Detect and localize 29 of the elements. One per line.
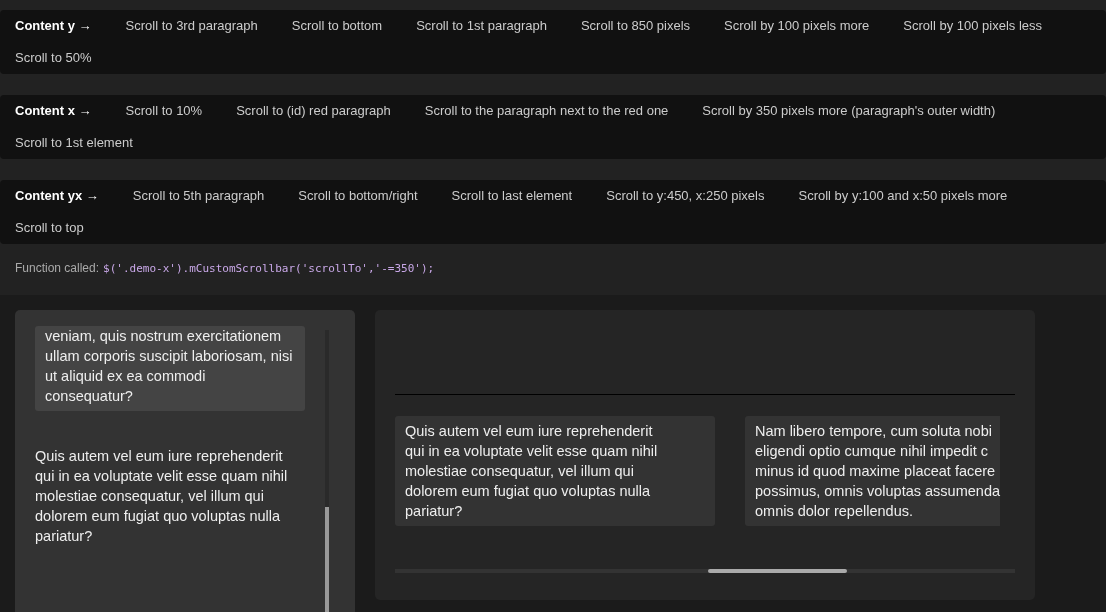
scroll-button[interactable]: Scroll by y:100 and x:50 pixels more (798, 180, 1008, 212)
scroll-button[interactable]: Scroll to 10% (125, 95, 203, 127)
scroll-button[interactable]: Scroll to 1st element (15, 127, 133, 159)
scroll-button[interactable]: Scroll to 3rd paragraph (125, 10, 258, 42)
scroll-button[interactable]: Scroll to (id) red paragraph (236, 95, 391, 127)
scroll-button[interactable]: Scroll to 50% (15, 42, 92, 74)
bar-title: Content yx → (15, 187, 99, 205)
scrollbar-thumb[interactable] (708, 569, 847, 573)
scroll-button[interactable]: Scroll by 350 pixels more (paragraph's outer width) (702, 95, 996, 127)
bar-title: Content x → (15, 102, 92, 120)
scroll-button[interactable]: Scroll to 1st paragraph (416, 10, 547, 42)
scroll-button[interactable]: Scroll to bottom (291, 10, 383, 42)
scroll-button[interactable]: Scroll to y:450, x:250 pixels (606, 180, 765, 212)
scrollbar-thumb[interactable] (325, 507, 329, 612)
paragraph: Quis autem vel eum iure reprehenderit qui in ea voluptate velit esse quam nihil molestiae consequatur, vel illum qui dolorem eum fugiat quo voluptas nulla pariatur? (395, 416, 715, 526)
scroll-button[interactable]: Scroll to 5th paragraph (132, 180, 265, 212)
function-label: Function called: (15, 261, 100, 275)
scroll-button[interactable]: Scroll to top (15, 212, 84, 244)
function-code: $('.demo-x').mCustomScrollbar('scrollTo','-=350'); (103, 262, 435, 275)
scroll-button[interactable]: Scroll to last element (451, 180, 573, 212)
scroll-button[interactable]: Scroll by 100 pixels more (724, 10, 870, 42)
scroll-button[interactable]: Scroll to the paragraph next to the red one (424, 95, 669, 127)
paragraph: veniam, quis nostrum exercitationem ullam corporis suscipit laboriosam, nisi ut aliquid ex ea commodi consequatur? (35, 326, 305, 411)
paragraph: Nam libero tempore, cum soluta nobi eligendi optio cumque nihil impedit c minus id quod maxime placeat facere possimus, omnis voluptas assumenda omnis dolor repellendus. (745, 416, 1000, 526)
paragraph: Quis autem vel eum iure reprehenderit qui in ea voluptate velit esse quam nihil molestiae consequatur, vel illum qui dolorem eum fugiat quo voluptas nulla pariatur? (35, 447, 289, 546)
bar-title: Content y → (15, 17, 92, 35)
scroll-button[interactable]: Scroll to 850 pixels (580, 10, 691, 42)
scroll-button[interactable]: Scroll by 100 pixels less (903, 10, 1043, 42)
scroll-button[interactable]: Scroll to bottom/right (298, 180, 418, 212)
